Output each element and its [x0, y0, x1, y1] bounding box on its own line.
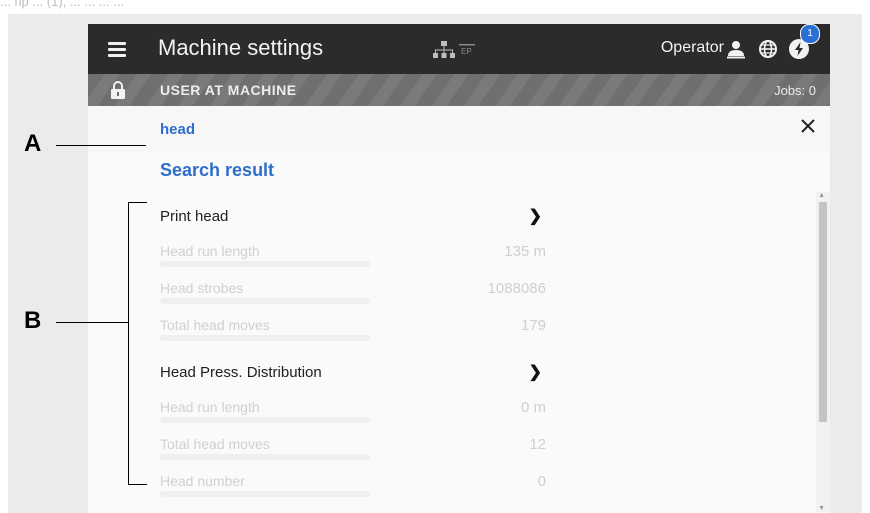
cropped-top-text: ... пр ... (1), ... ... ... ... — [0, 0, 870, 14]
result-label: Head number — [160, 473, 245, 489]
cropped-caption: ... пр ... (1), ... ... ... ... — [0, 0, 125, 9]
blurred-description — [160, 454, 370, 460]
list-item: Head number 0 — [160, 467, 546, 504]
search-result-heading: Search result — [160, 160, 275, 180]
blurred-description — [160, 491, 370, 497]
lock-icon[interactable] — [110, 80, 126, 100]
result-value: 135 m — [504, 243, 546, 260]
result-value: 12 — [529, 436, 546, 453]
notification-badge[interactable]: 1 — [800, 24, 820, 44]
network-tree-icon: EP — [433, 41, 475, 58]
list-item: Total head moves 12 — [160, 430, 546, 467]
list-item: Head run length 0 m — [160, 393, 546, 430]
result-value: 179 — [520, 317, 546, 334]
search-results-panel: Search result Print head ❯ Head run leng… — [88, 152, 830, 513]
app-title: Machine settings — [158, 35, 324, 60]
chevron-right-icon[interactable]: ❯ — [529, 206, 542, 226]
result-label: Total head moves — [160, 317, 270, 333]
list-item: Head run length 135 m — [160, 237, 546, 274]
callout-label-a: A — [24, 130, 42, 157]
result-value: 1088086 — [487, 280, 546, 297]
result-label: Total head moves — [160, 436, 270, 452]
operator-role[interactable]: Operator — [661, 39, 724, 57]
search-query[interactable]: head — [160, 121, 195, 138]
result-value: 0 — [537, 473, 546, 490]
callout-label-b: B — [24, 307, 42, 334]
chevron-right-icon[interactable]: ❯ — [529, 362, 542, 382]
user-icon[interactable] — [726, 39, 746, 59]
scroll-up-arrow-icon[interactable]: ▲ — [818, 192, 825, 199]
result-label: Head strobes — [160, 280, 244, 296]
jobs-count: Jobs: 0 — [774, 83, 816, 98]
user-status-label: USER AT MACHINE — [160, 82, 297, 98]
result-label: Head run length — [160, 399, 260, 415]
blurred-description — [160, 335, 370, 341]
title-bar: Machine settings EP Operator 1 — [88, 24, 830, 74]
scrollbar[interactable]: ▲ ▼ — [816, 192, 830, 512]
globe-icon[interactable] — [758, 39, 778, 59]
menu-icon[interactable] — [108, 42, 126, 57]
result-label: Head run length — [160, 243, 260, 259]
callout-leader-line-b — [56, 322, 128, 323]
blurred-description — [160, 417, 370, 423]
callout-bracket-b — [128, 202, 147, 485]
result-group-head-press-distribution[interactable]: Head Press. Distribution ❯ — [160, 356, 546, 393]
callout-leader-line-a — [56, 145, 146, 146]
network-tag: EP — [461, 47, 472, 56]
close-icon[interactable] — [800, 118, 816, 134]
list-item: Head strobes 1088086 — [160, 274, 546, 311]
result-label: Print head — [160, 208, 229, 225]
blurred-description — [160, 261, 370, 267]
results-list: Print head ❯ Head run length 135 m Head … — [160, 200, 546, 504]
scrollbar-thumb[interactable] — [819, 202, 827, 422]
blurred-description — [160, 298, 370, 304]
result-label: Head Press. Distribution — [160, 364, 322, 381]
search-row: head — [88, 106, 830, 152]
result-group-print-head[interactable]: Print head ❯ — [160, 200, 546, 237]
scroll-down-arrow-icon[interactable]: ▼ — [818, 505, 825, 512]
status-bar: USER AT MACHINE Jobs: 0 — [88, 74, 830, 106]
list-item: Total head moves 179 — [160, 311, 546, 348]
result-value: 0 m — [520, 399, 546, 416]
